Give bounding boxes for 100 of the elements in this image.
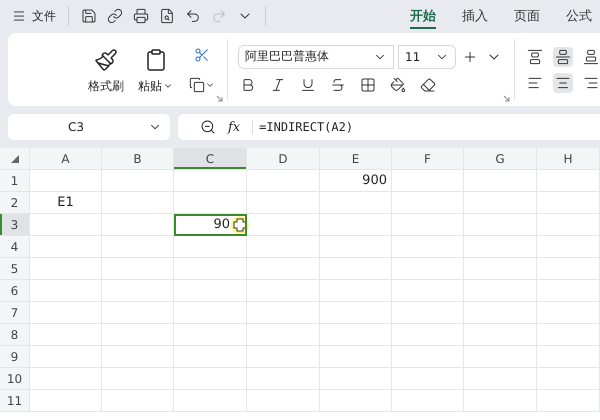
align-middle-button[interactable] (553, 46, 573, 66)
link-icon (107, 8, 123, 24)
table-cell (537, 390, 600, 412)
table-cell (102, 236, 174, 258)
column-header[interactable]: E (320, 148, 392, 170)
table-cell (537, 346, 600, 368)
eraser-icon (420, 76, 436, 92)
ribbon-tab[interactable]: 页面 (514, 3, 540, 29)
selected-cell[interactable]: 90 (174, 214, 247, 236)
table-cell (102, 324, 174, 346)
row-header[interactable]: 5 (0, 258, 30, 280)
redo-icon (211, 8, 227, 24)
print-preview-icon (159, 8, 175, 24)
table-cell (30, 214, 102, 236)
table-cell (102, 390, 174, 412)
row-header[interactable]: 6 (0, 280, 30, 302)
file-menu[interactable]: 文件 (10, 8, 58, 24)
column-header[interactable]: C (174, 148, 247, 170)
menu-icon (12, 9, 26, 23)
column-header[interactable]: H (537, 148, 600, 170)
column-header[interactable]: B (102, 148, 174, 170)
format-painter-button[interactable]: 格式刷 (88, 48, 124, 94)
undo-icon (185, 8, 201, 24)
ribbon-tab[interactable]: 插入 (462, 3, 488, 29)
row-header[interactable]: 4 (0, 236, 30, 258)
table-cell: 900 (320, 170, 392, 192)
column-header[interactable]: G (464, 148, 537, 170)
table-cell (392, 170, 464, 192)
table-cell (102, 280, 174, 302)
table-cell (392, 280, 464, 302)
table-cell (537, 258, 600, 280)
align-top-icon (527, 48, 543, 64)
table-cell (392, 390, 464, 412)
table-cell (320, 302, 392, 324)
ribbon-tab[interactable]: 开始 (410, 3, 436, 29)
table-cell (30, 280, 102, 302)
table-cell (320, 258, 392, 280)
column-header[interactable]: F (392, 148, 464, 170)
table-cell (30, 258, 102, 280)
paste-button[interactable]: 粘贴 (138, 48, 173, 94)
table-cell (30, 346, 102, 368)
table-cell (537, 280, 600, 302)
table-cell (30, 302, 102, 324)
table-cell (30, 170, 102, 192)
table-cell (537, 236, 600, 258)
underline-icon (300, 76, 316, 92)
table-cell (537, 368, 600, 390)
printer-button[interactable] (131, 6, 151, 26)
table-cell (392, 258, 464, 280)
italic-icon (270, 76, 286, 92)
table-cell (320, 324, 392, 346)
table-cell (30, 236, 102, 258)
insert-function-button[interactable]: fx (228, 120, 240, 134)
align-center-button[interactable] (553, 72, 573, 92)
table-cell (537, 302, 600, 324)
table-cell (320, 280, 392, 302)
row-header[interactable]: 11 (0, 390, 30, 412)
align-bottom-icon (583, 48, 599, 64)
table-cell (392, 192, 464, 214)
ribbon-tab[interactable]: 公式 (566, 3, 592, 29)
table-cell (392, 214, 464, 236)
table-cell (320, 346, 392, 368)
copy-icon (189, 76, 205, 92)
row-header[interactable]: 7 (0, 302, 30, 324)
save-icon (81, 8, 97, 24)
font-name-select[interactable]: 阿里巴巴普惠体 (238, 44, 394, 68)
row-header[interactable]: 2 (0, 192, 30, 214)
select-all-corner[interactable] (0, 148, 30, 170)
triangle-icon (10, 154, 18, 162)
table-cell (30, 368, 102, 390)
table-cell (320, 192, 392, 214)
table-cell (30, 324, 102, 346)
fill-icon (390, 76, 406, 92)
table-cell (320, 214, 392, 236)
printer-icon (133, 8, 149, 24)
row-header[interactable]: 10 (0, 368, 30, 390)
table-cell (537, 214, 600, 236)
table-cell (320, 390, 392, 412)
table-cell (102, 170, 174, 192)
row-header[interactable]: 8 (0, 324, 30, 346)
cross-cursor-icon (230, 216, 250, 234)
column-header[interactable]: D (247, 148, 320, 170)
font-size-select[interactable]: 11 (398, 44, 456, 68)
link-button[interactable] (105, 6, 125, 26)
table-cell (392, 236, 464, 258)
column-header[interactable]: A (30, 148, 102, 170)
table-cell (102, 214, 174, 236)
row-header[interactable]: 9 (0, 346, 30, 368)
row-header[interactable]: 3 (0, 214, 30, 236)
name-box[interactable]: C3 (8, 114, 170, 140)
zoom-out-icon (200, 119, 216, 135)
row-header[interactable]: 1 (0, 170, 30, 192)
table-cell (537, 324, 600, 346)
table-cell (392, 368, 464, 390)
table-cell: E1 (30, 192, 102, 214)
expand-icon[interactable] (503, 95, 510, 102)
expand-icon[interactable] (216, 95, 223, 102)
table-cell (30, 390, 102, 412)
formula-bar[interactable]: fx =INDIRECT(A2) (178, 114, 600, 140)
table-cell (102, 346, 174, 368)
